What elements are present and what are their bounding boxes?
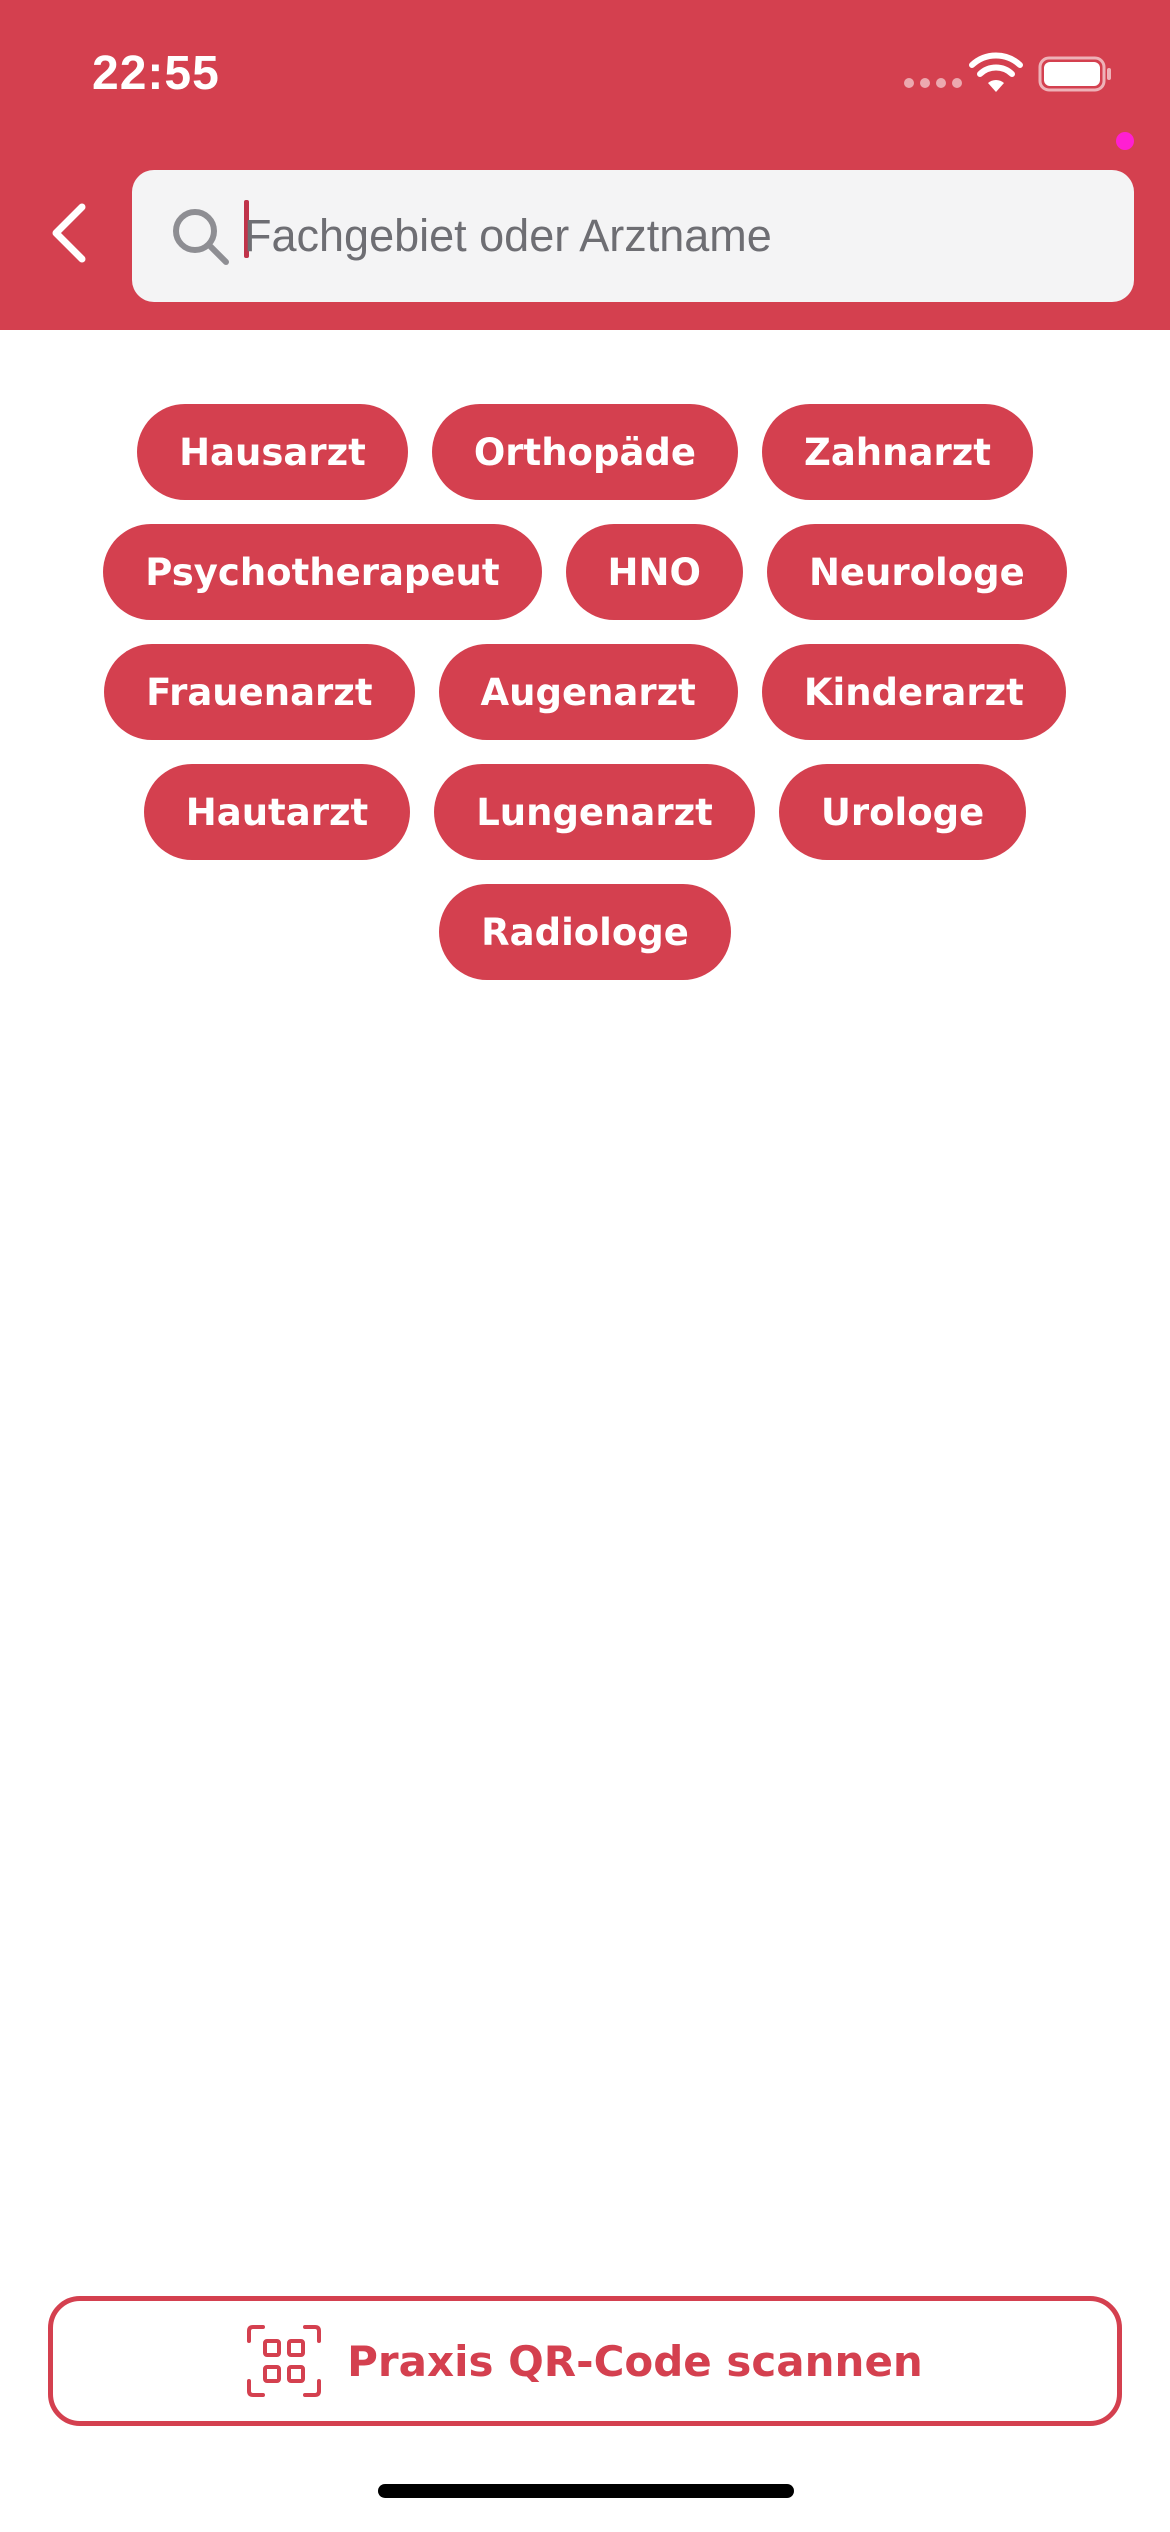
chip-urologe[interactable]: Urologe <box>778 764 1027 860</box>
chip-psychotherapeut[interactable]: Psychotherapeut <box>103 524 542 620</box>
chip-augenarzt[interactable]: Augenarzt <box>438 644 738 740</box>
status-time: 22:55 <box>92 47 220 100</box>
chip-hno[interactable]: HNO <box>565 524 743 620</box>
chip-row: Radiologe <box>439 884 731 980</box>
back-button[interactable] <box>36 190 104 276</box>
chip-hausarzt[interactable]: Hausarzt <box>137 404 408 500</box>
app-header: 22:55 <box>0 0 1170 330</box>
chip-orthopaede[interactable]: Orthopäde <box>431 404 738 500</box>
search-field[interactable] <box>132 170 1134 302</box>
chip-hautarzt[interactable]: Hautarzt <box>143 764 411 860</box>
wifi-icon <box>969 52 1023 92</box>
search-input[interactable] <box>244 170 1104 302</box>
chip-lungenarzt[interactable]: Lungenarzt <box>434 764 755 860</box>
scan-qr-code-label: Praxis QR-Code scannen <box>347 2336 923 2386</box>
chip-zahnarzt[interactable]: Zahnarzt <box>762 404 1033 500</box>
chip-radiologe[interactable]: Radiologe <box>439 884 731 980</box>
scan-qr-code-button[interactable]: Praxis QR-Code scannen <box>48 2296 1122 2426</box>
search-icon <box>173 209 229 265</box>
chip-row: Hausarzt Orthopäde Zahnarzt <box>137 404 1033 500</box>
battery-icon <box>1038 56 1111 92</box>
recording-indicator-dot <box>1116 132 1134 150</box>
signal-dots-icon <box>904 78 962 88</box>
chip-row: Frauenarzt Augenarzt Kinderarzt <box>104 644 1066 740</box>
chip-kinderarzt[interactable]: Kinderarzt <box>761 644 1066 740</box>
home-indicator[interactable] <box>378 2484 794 2498</box>
specialty-chip-list: Hausarzt Orthopäde Zahnarzt Psychotherap… <box>0 404 1170 980</box>
chip-neurologe[interactable]: Neurologe <box>766 524 1067 620</box>
qr-code-scan-icon <box>247 2325 322 2397</box>
chip-row: Psychotherapeut HNO Neurologe <box>103 524 1067 620</box>
chip-row: Hautarzt Lungenarzt Urologe <box>143 764 1027 860</box>
chevron-left-icon <box>52 203 86 263</box>
chip-frauenarzt[interactable]: Frauenarzt <box>104 644 415 740</box>
